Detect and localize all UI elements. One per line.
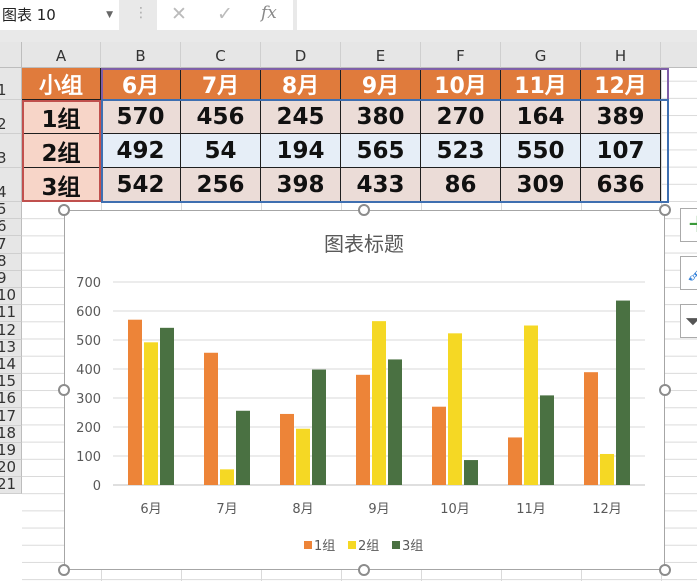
- chart-styles-button[interactable]: 🖌: [680, 256, 697, 290]
- bar-3组-9月[interactable]: [388, 359, 402, 485]
- range-highlight-categories: [101, 68, 669, 100]
- legend-label[interactable]: 3组: [402, 539, 423, 554]
- bar-1组-9月[interactable]: [356, 374, 370, 485]
- bar-3组-11月[interactable]: [540, 395, 554, 485]
- row-header-2[interactable]: 2: [0, 100, 22, 134]
- y-tick-label: 200: [76, 421, 101, 436]
- column-header-F[interactable]: F: [421, 42, 501, 68]
- range-highlight-values: [101, 99, 669, 203]
- chart-title[interactable]: 图表标题: [324, 232, 404, 256]
- column-header-G[interactable]: G: [501, 42, 581, 68]
- y-tick-label: 700: [76, 276, 101, 291]
- chart-filters-icon: ⏷: [685, 309, 697, 333]
- formula-buttons: ✕ ✓ fx: [157, 0, 293, 30]
- column-header-H[interactable]: H: [581, 42, 661, 68]
- x-tick-label: 7月: [216, 502, 237, 517]
- row-header-6[interactable]: 6: [0, 219, 22, 237]
- bar-3组-10月[interactable]: [464, 460, 478, 485]
- bar-1组-11月[interactable]: [508, 437, 522, 485]
- row-header-3[interactable]: 3: [0, 134, 22, 168]
- bar-3组-7月[interactable]: [236, 410, 250, 485]
- bar-2组-7月[interactable]: [220, 469, 234, 485]
- legend-swatch: [392, 541, 400, 549]
- chart-svg: 图表标题 0 100 200 300 400 500 600 700 6月 7月 8月 9月 10月 11月…: [76, 232, 645, 554]
- range-highlight-labels: [22, 100, 101, 202]
- row-header-13[interactable]: 13: [0, 339, 22, 357]
- chart-filters-button[interactable]: ⏷: [680, 304, 697, 338]
- bar-3组-8月[interactable]: [312, 369, 326, 485]
- row-header-15[interactable]: 15: [0, 374, 22, 392]
- bar-1组-7月[interactable]: [204, 352, 218, 485]
- header-cell[interactable]: 小组: [22, 68, 101, 100]
- bar-1组-8月[interactable]: [280, 413, 294, 485]
- chevron-down-icon[interactable]: ▼: [106, 0, 113, 30]
- row-header-17[interactable]: 17: [0, 408, 22, 426]
- row-header-11[interactable]: 11: [0, 305, 22, 323]
- x-tick-label: 10月: [440, 502, 470, 517]
- x-tick-label: 8月: [292, 502, 313, 517]
- name-box-value: 图表 10: [2, 6, 56, 24]
- row-header-8[interactable]: 8: [0, 253, 22, 271]
- bar-2组-8月[interactable]: [296, 428, 310, 485]
- legend-swatch: [304, 541, 312, 549]
- name-box[interactable]: 图表 10 ▼: [0, 0, 119, 30]
- formula-bar: 图表 10 ▼ ⋮ ✕ ✓ fx: [0, 0, 697, 42]
- x-tick-label: 6月: [140, 502, 161, 517]
- chart-elements-button[interactable]: +: [680, 208, 697, 242]
- x-tick-label: 12月: [592, 502, 622, 517]
- row-header-7[interactable]: 7: [0, 236, 22, 254]
- row-header-21[interactable]: 21: [0, 477, 22, 495]
- column-header-B[interactable]: B: [101, 42, 181, 68]
- bar-2组-12月[interactable]: [600, 453, 614, 485]
- row-header-20[interactable]: 20: [0, 460, 22, 478]
- bar-2组-10月[interactable]: [448, 333, 462, 485]
- column-header-next[interactable]: [661, 42, 697, 68]
- row-header-12[interactable]: 12: [0, 322, 22, 340]
- row-header-9[interactable]: 9: [0, 270, 22, 288]
- column-header-E[interactable]: E: [341, 42, 421, 68]
- column-header-C[interactable]: C: [181, 42, 261, 68]
- enter-icon[interactable]: ✓: [217, 3, 233, 25]
- y-tick-label: 400: [76, 363, 101, 378]
- select-all-corner[interactable]: [0, 42, 22, 68]
- bar-2组-11月[interactable]: [524, 325, 538, 486]
- bar-1组-12月[interactable]: [584, 372, 598, 485]
- formula-input[interactable]: [297, 0, 697, 30]
- bar-2组-6月[interactable]: [144, 342, 158, 485]
- y-tick-label: 100: [76, 450, 101, 465]
- y-tick-label: 300: [76, 392, 101, 407]
- row-header-18[interactable]: 18: [0, 425, 22, 443]
- legend-label[interactable]: 2组: [358, 539, 379, 554]
- legend-swatch: [348, 541, 356, 549]
- row-header-14[interactable]: 14: [0, 356, 22, 374]
- bar-1组-6月[interactable]: [128, 319, 142, 485]
- y-tick-label: 0: [93, 479, 101, 494]
- row-header-16[interactable]: 16: [0, 391, 22, 409]
- bar-3组-12月[interactable]: [616, 300, 630, 485]
- drag-handle-icon[interactable]: ⋮: [134, 5, 148, 21]
- bar-1组-10月[interactable]: [432, 406, 446, 485]
- row-header-19[interactable]: 19: [0, 442, 22, 460]
- legend-label[interactable]: 1组: [314, 539, 335, 554]
- row-header-5[interactable]: 5: [0, 202, 22, 220]
- row-header-4[interactable]: 4: [0, 168, 22, 202]
- chart-elements-icon: +: [687, 209, 697, 239]
- chart-styles-icon: 🖌: [687, 263, 697, 282]
- bar-3组-6月[interactable]: [160, 327, 174, 485]
- x-tick-label: 11月: [516, 502, 546, 517]
- y-tick-label: 600: [76, 305, 101, 320]
- fx-icon[interactable]: fx: [261, 3, 277, 23]
- column-header-A[interactable]: A: [22, 42, 101, 68]
- column-header-D[interactable]: D: [261, 42, 341, 68]
- x-tick-label: 9月: [368, 502, 389, 517]
- row-header-10[interactable]: 10: [0, 288, 22, 306]
- row-header-1[interactable]: 1: [0, 68, 22, 100]
- bar-2组-9月[interactable]: [372, 321, 386, 485]
- cancel-icon[interactable]: ✕: [171, 3, 187, 25]
- y-tick-label: 500: [76, 334, 101, 349]
